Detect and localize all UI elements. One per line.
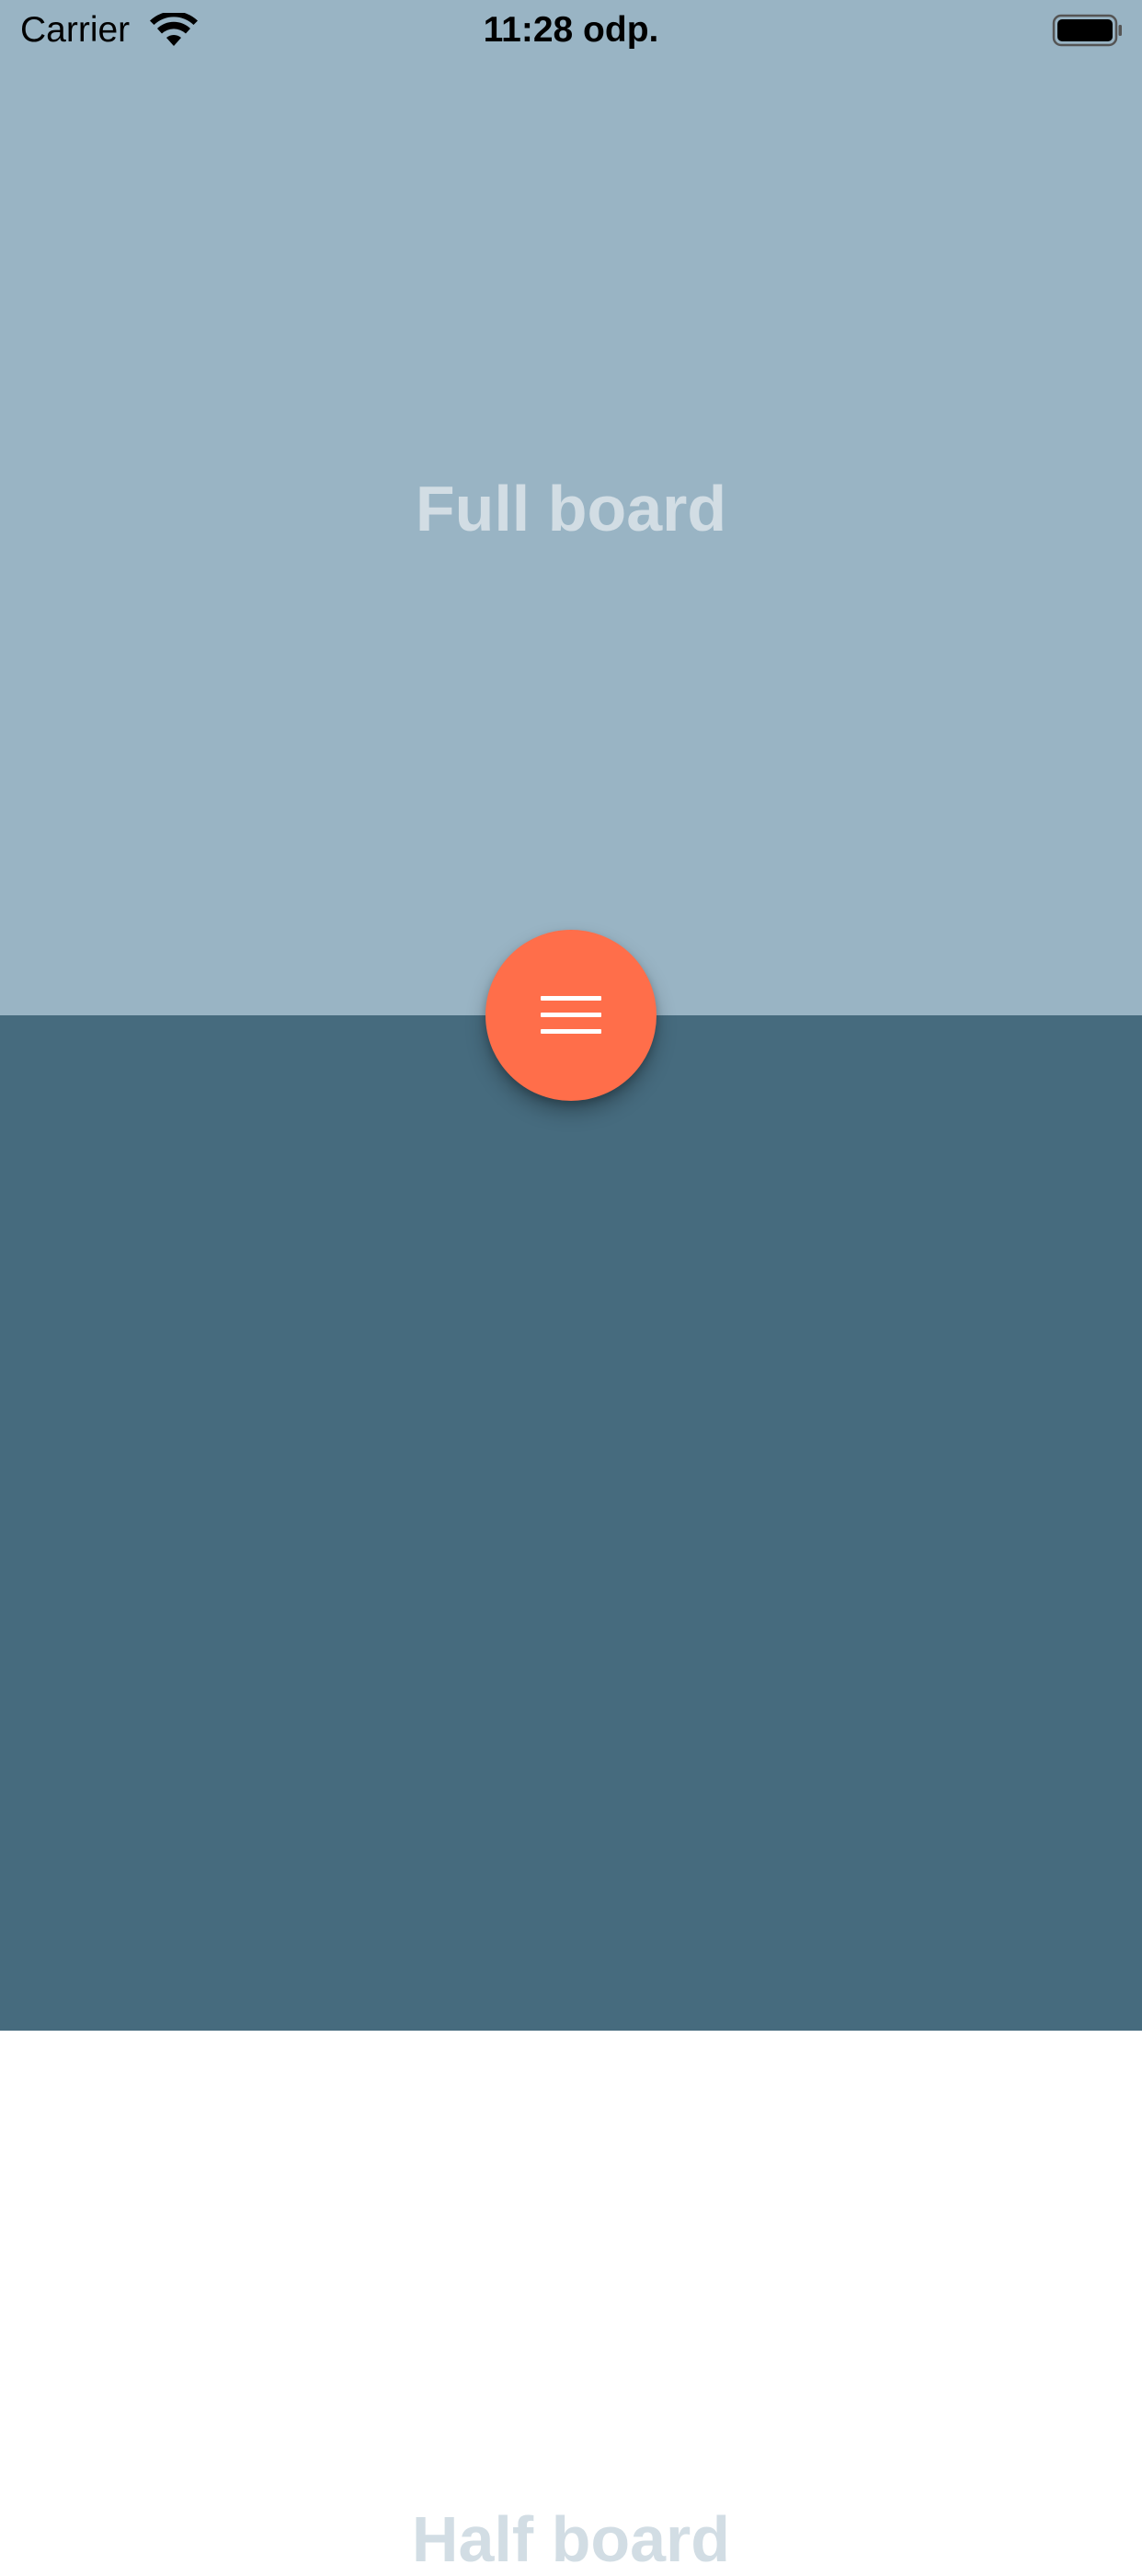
full-board-section[interactable]: Full board [0,0,1142,1015]
status-time: 11:28 odp. [483,10,659,50]
half-board-label: Half board [411,2503,731,2575]
half-board-section[interactable]: Half board [0,1015,1142,2575]
battery-icon [1052,14,1122,47]
menu-button[interactable] [485,930,657,1101]
menu-icon [541,996,601,1034]
full-board-label: Full board [415,473,727,544]
status-bar: Carrier 11:28 odp. [0,0,1142,61]
